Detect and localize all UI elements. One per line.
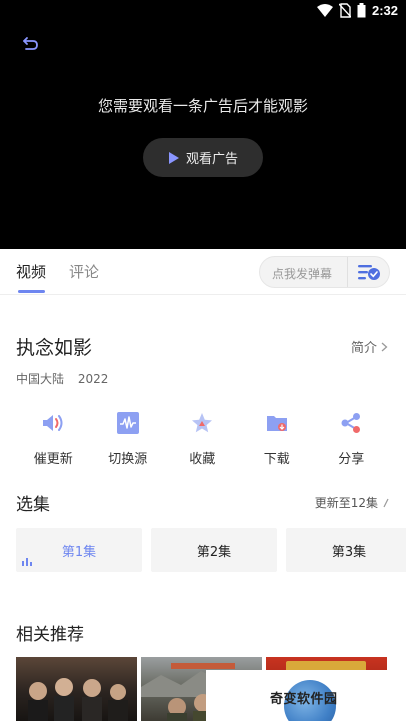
episodes-title: 选集 bbox=[16, 495, 50, 515]
watermark-text: 奇变软件园 bbox=[270, 692, 338, 707]
video-title: 执念如影 bbox=[16, 337, 93, 359]
slash-arrow-icon bbox=[383, 498, 389, 507]
waveform-icon bbox=[116, 412, 139, 434]
download-folder-icon bbox=[266, 416, 287, 431]
back-button[interactable] bbox=[20, 34, 40, 54]
download-button[interactable]: 下载 bbox=[240, 410, 315, 467]
tab-video[interactable]: 视频 bbox=[16, 261, 46, 282]
speaker-icon bbox=[43, 415, 63, 431]
no-sim-icon bbox=[338, 3, 351, 18]
poster-image bbox=[28, 678, 128, 721]
request-update-label: 催更新 bbox=[33, 452, 73, 467]
chevron-right-icon bbox=[381, 342, 388, 351]
switch-source-button[interactable]: 切换源 bbox=[91, 410, 166, 467]
share-button[interactable]: 分享 bbox=[314, 410, 389, 467]
danmu-divider bbox=[347, 257, 348, 287]
recommend-poster[interactable] bbox=[16, 657, 137, 721]
episode-3[interactable]: 第3集 bbox=[286, 528, 406, 572]
episode-2[interactable]: 第2集 bbox=[151, 528, 277, 572]
favorite-button[interactable]: 收藏 bbox=[165, 410, 240, 467]
status-time: 2:32 bbox=[371, 3, 398, 18]
play-icon bbox=[168, 151, 179, 164]
video-meta: 中国大陆 2022 bbox=[16, 370, 118, 387]
recommend-title: 相关推荐 bbox=[16, 625, 84, 645]
ad-message: 您需要观看一条广告后才能观影 bbox=[97, 97, 308, 115]
action-row: 催更新 切换源 收藏 下载 分享 bbox=[0, 410, 406, 467]
episode-label: 第1集 bbox=[61, 544, 97, 560]
request-update-button[interactable]: 催更新 bbox=[16, 410, 91, 467]
watch-ad-label: 观看广告 bbox=[185, 152, 238, 167]
watermark: 奇变软件园 bbox=[206, 670, 406, 721]
share-icon bbox=[341, 413, 361, 433]
back-arrow-icon bbox=[23, 37, 38, 50]
battery-icon bbox=[357, 3, 366, 18]
video-player[interactable]: 2:32 您需要观看一条广告后才能观影 观看广告 bbox=[0, 0, 406, 249]
intro-link[interactable]: 简介 bbox=[351, 337, 388, 356]
watch-ad-button[interactable]: 观看广告 bbox=[143, 138, 263, 177]
video-year: 2022 bbox=[77, 372, 109, 386]
status-bar: 2:32 bbox=[0, 0, 406, 24]
danmu-settings-icon[interactable] bbox=[356, 262, 382, 282]
tab-active-indicator bbox=[18, 290, 45, 293]
episodes-update-link[interactable]: 更新至12集 bbox=[315, 494, 390, 511]
switch-source-label: 切换源 bbox=[108, 452, 148, 467]
wifi-icon bbox=[316, 3, 333, 17]
star-icon bbox=[192, 413, 213, 433]
playing-bars-icon bbox=[22, 558, 32, 566]
episode-label: 第3集 bbox=[331, 544, 367, 560]
danmu-input[interactable]: 点我发弹幕 bbox=[272, 265, 332, 282]
tab-comments[interactable]: 评论 bbox=[69, 261, 99, 282]
episode-label: 第2集 bbox=[196, 544, 232, 560]
danmu-bar: 点我发弹幕 bbox=[259, 256, 390, 288]
video-region: 中国大陆 bbox=[16, 372, 65, 386]
episode-list: 第1集 第2集 第3集 bbox=[16, 528, 406, 572]
episodes-update-label: 更新至12集 bbox=[314, 496, 378, 510]
intro-link-label: 简介 bbox=[350, 341, 377, 356]
download-label: 下载 bbox=[263, 452, 290, 467]
share-label: 分享 bbox=[338, 452, 365, 467]
favorite-label: 收藏 bbox=[189, 452, 216, 467]
episode-1[interactable]: 第1集 bbox=[16, 528, 142, 572]
